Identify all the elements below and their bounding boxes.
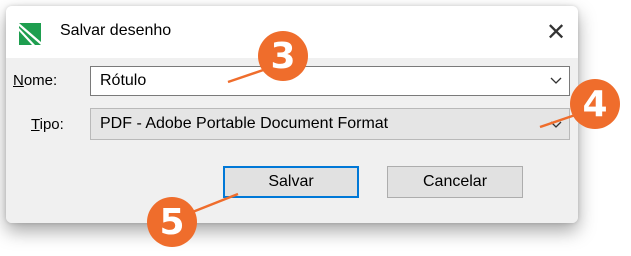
type-select[interactable]: PDF - Adobe Portable Document Format <box>90 108 570 140</box>
save-button[interactable]: Salvar <box>223 166 359 198</box>
name-input[interactable]: Rótulo <box>100 72 146 90</box>
name-label: Nome: <box>13 72 58 89</box>
cancel-button[interactable]: Cancelar <box>387 166 523 198</box>
type-selected-value: PDF - Adobe Portable Document Format <box>100 115 389 132</box>
chevron-down-icon[interactable] <box>549 73 563 87</box>
callout-badge-4: 4 <box>570 79 620 129</box>
close-button[interactable]: ✕ <box>534 12 578 52</box>
callout-badge-5: 5 <box>147 197 197 247</box>
name-combobox[interactable]: Rótulo <box>90 66 570 96</box>
dialog-title: Salvar desenho <box>60 22 172 39</box>
cutting-app-icon <box>19 23 41 45</box>
type-label: Tipo: <box>31 116 64 133</box>
chevron-down-icon[interactable] <box>549 117 563 131</box>
close-icon: ✕ <box>545 18 567 46</box>
callout-badge-3: 3 <box>258 31 308 81</box>
